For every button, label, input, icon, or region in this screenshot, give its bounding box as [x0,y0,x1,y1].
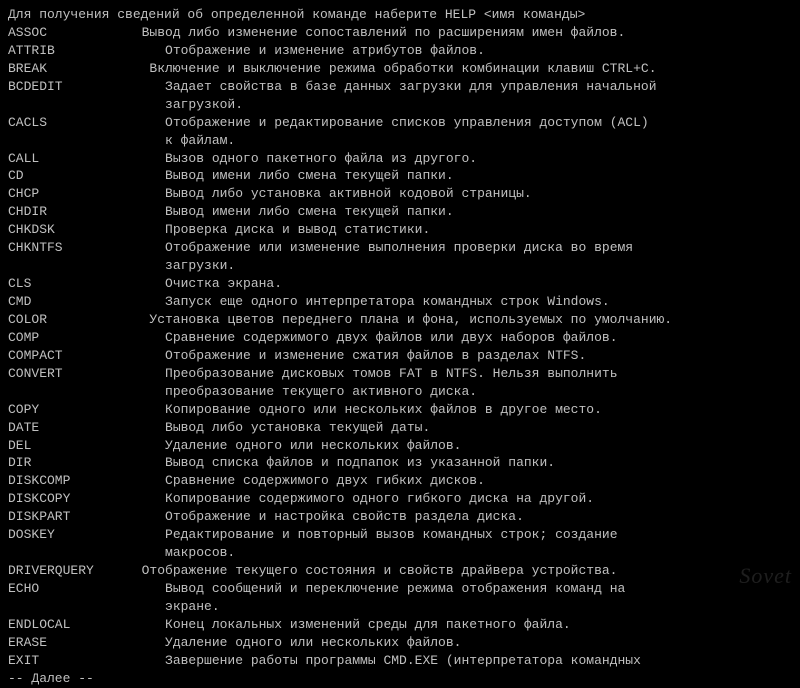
command-row: CD Вывод имени либо смена текущей папки. [8,167,792,185]
command-row: DISKCOPY Копирование содержимого одного … [8,490,792,508]
command-description: Вывод сообщений и переключение режима от… [126,580,792,616]
command-row: DRIVERQUERY Отображение текущего состоян… [8,562,792,580]
command-row: DISKCOMP Сравнение содержимого двух гибк… [8,472,792,490]
command-row: DISKPART Отображение и настройка свойств… [8,508,792,526]
command-description: Вывод списка файлов и подпапок из указан… [126,454,792,472]
command-description: Удаление одного или нескольких файлов. [126,437,792,455]
command-name: EXIT [8,652,126,670]
command-description: Отображение и редактирование списков упр… [126,114,792,150]
command-name: CHDIR [8,203,126,221]
command-description: Задает свойства в базе данных загрузки д… [126,78,792,114]
command-row: ASSOC Вывод либо изменение сопоставлений… [8,24,792,42]
command-name: COMP [8,329,126,347]
command-name: DISKCOMP [8,472,126,490]
command-description: Отображение текущего состояния и свойств… [126,562,792,580]
command-name: DISKPART [8,508,126,526]
command-description: Установка цветов переднего плана и фона,… [126,311,792,329]
command-name: CACLS [8,114,126,150]
command-description: Преобразование дисковых томов FAT в NTFS… [126,365,792,401]
command-name: ECHO [8,580,126,616]
command-row: DOSKEY Редактирование и повторный вызов … [8,526,792,562]
command-name: DOSKEY [8,526,126,562]
command-row: CHCP Вывод либо установка активной кодов… [8,185,792,203]
command-name: CONVERT [8,365,126,401]
command-row: CHDIR Вывод имени либо смена текущей пап… [8,203,792,221]
command-description: Сравнение содержимого двух файлов или дв… [126,329,792,347]
command-name: COLOR [8,311,126,329]
command-row: CHKDSK Проверка диска и вывод статистики… [8,221,792,239]
command-list: ASSOC Вывод либо изменение сопоставлений… [8,24,792,670]
command-row: CLS Очистка экрана. [8,275,792,293]
command-row: BREAK Включение и выключение режима обра… [8,60,792,78]
command-description: Запуск еще одного интерпретатора командн… [126,293,792,311]
command-name: COPY [8,401,126,419]
command-description: Копирование содержимого одного гибкого д… [126,490,792,508]
command-row: DIR Вывод списка файлов и подпапок из ук… [8,454,792,472]
command-description: Удаление одного или нескольких файлов. [126,634,792,652]
command-row: ECHO Вывод сообщений и переключение режи… [8,580,792,616]
command-description: Вывод либо изменение сопоставлений по ра… [126,24,792,42]
command-name: ASSOC [8,24,126,42]
command-description: Завершение работы программы CMD.EXE (инт… [126,652,792,670]
command-name: CD [8,167,126,185]
command-description: Отображение или изменение выполнения про… [126,239,792,275]
command-description: Отображение и настройка свойств раздела … [126,508,792,526]
command-description: Очистка экрана. [126,275,792,293]
command-description: Вывод имени либо смена текущей папки. [126,167,792,185]
command-row: ENDLOCAL Конец локальных изменений среды… [8,616,792,634]
command-row: CHKNTFS Отображение или изменение выполн… [8,239,792,275]
command-row: CONVERT Преобразование дисковых томов FA… [8,365,792,401]
command-name: ATTRIB [8,42,126,60]
command-row: COMP Сравнение содержимого двух файлов и… [8,329,792,347]
command-name: ERASE [8,634,126,652]
command-description: Вызов одного пакетного файла из другого. [126,150,792,168]
command-row: CACLS Отображение и редактирование списк… [8,114,792,150]
command-name: DATE [8,419,126,437]
command-name: DRIVERQUERY [8,562,126,580]
command-description: Вывод либо установка активной кодовой ст… [126,185,792,203]
command-description: Отображение и изменение сжатия файлов в … [126,347,792,365]
command-row: BCDEDIT Задает свойства в базе данных за… [8,78,792,114]
command-name: ENDLOCAL [8,616,126,634]
command-name: DISKCOPY [8,490,126,508]
command-row: DEL Удаление одного или нескольких файло… [8,437,792,455]
command-name: CHKNTFS [8,239,126,275]
command-name: CALL [8,150,126,168]
command-description: Редактирование и повторный вызов командн… [126,526,792,562]
command-name: DEL [8,437,126,455]
command-description: Сравнение содержимого двух гибких дисков… [126,472,792,490]
command-row: DATE Вывод либо установка текущей даты. [8,419,792,437]
help-header: Для получения сведений об определенной к… [8,6,792,24]
command-description: Отображение и изменение атрибутов файлов… [126,42,792,60]
command-description: Проверка диска и вывод статистики. [126,221,792,239]
command-row: COMPACT Отображение и изменение сжатия ф… [8,347,792,365]
command-name: COMPACT [8,347,126,365]
command-description: Копирование одного или нескольких файлов… [126,401,792,419]
command-row: ATTRIB Отображение и изменение атрибутов… [8,42,792,60]
more-prompt[interactable]: -- Далее -- [8,670,792,688]
command-name: CMD [8,293,126,311]
command-description: Включение и выключение режима обработки … [126,60,792,78]
command-row: ERASE Удаление одного или нескольких фай… [8,634,792,652]
command-name: CLS [8,275,126,293]
command-name: CHCP [8,185,126,203]
command-row: COLOR Установка цветов переднего плана и… [8,311,792,329]
command-name: CHKDSK [8,221,126,239]
command-row: CMD Запуск еще одного интерпретатора ком… [8,293,792,311]
command-description: Вывод имени либо смена текущей папки. [126,203,792,221]
command-row: COPY Копирование одного или нескольких ф… [8,401,792,419]
command-name: BREAK [8,60,126,78]
command-description: Вывод либо установка текущей даты. [126,419,792,437]
command-row: EXIT Завершение работы программы CMD.EXE… [8,652,792,670]
command-name: DIR [8,454,126,472]
command-name: BCDEDIT [8,78,126,114]
command-description: Конец локальных изменений среды для паке… [126,616,792,634]
command-row: CALL Вызов одного пакетного файла из дру… [8,150,792,168]
